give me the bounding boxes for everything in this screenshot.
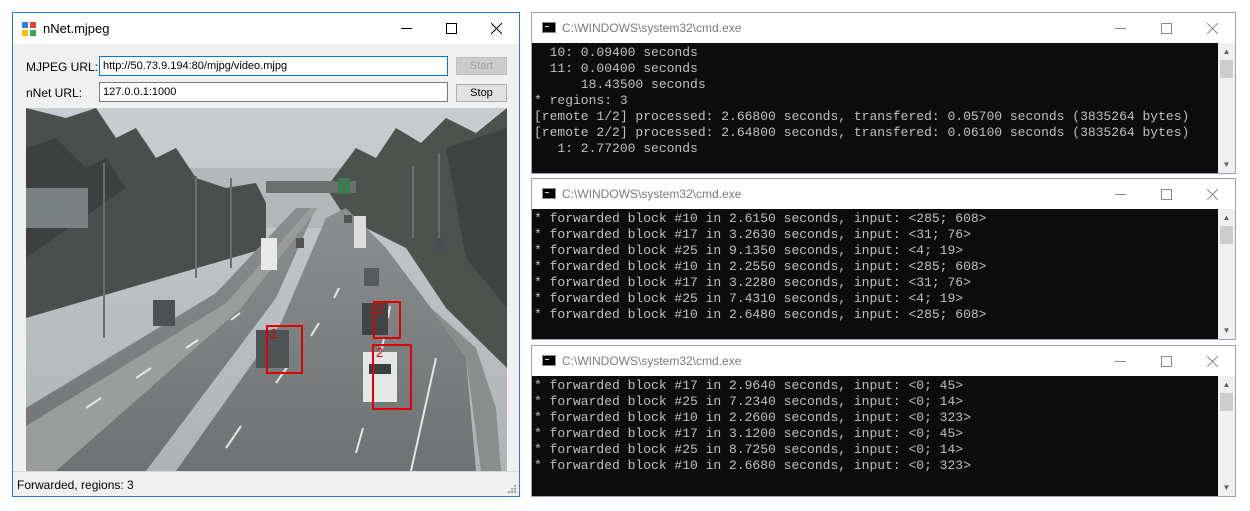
console-line: * forwarded block #17 in 3.2630 seconds,… (534, 227, 971, 242)
console-line: [remote 2/2] processed: 2.64800 seconds,… (534, 125, 1190, 140)
console-line: 1: 2.77200 seconds (534, 141, 698, 156)
detection-box: 2 (266, 325, 303, 374)
console-line: * forwarded block #25 in 7.4310 seconds,… (534, 291, 964, 306)
minimize-button[interactable] (1097, 346, 1143, 376)
scroll-up-icon[interactable]: ▲ (1218, 209, 1235, 226)
cmd-window-3: C:\WINDOWS\system32\cmd.exe * forwarded … (531, 345, 1236, 497)
cmd-titlebar[interactable]: C:\WINDOWS\system32\cmd.exe (532, 13, 1235, 43)
nnet-url-label: nNet URL: (26, 86, 83, 100)
close-button[interactable] (1189, 346, 1235, 376)
console-line: * forwarded block #25 in 7.2340 seconds,… (534, 394, 964, 409)
vertical-scrollbar[interactable]: ▲ ▼ (1218, 43, 1235, 173)
resize-grip-icon[interactable] (506, 483, 516, 493)
maximize-icon (1160, 355, 1172, 367)
console-line: * forwarded block #25 in 8.7250 seconds,… (534, 442, 964, 457)
console-line: * forwarded block #10 in 2.6680 seconds,… (534, 458, 971, 473)
console-line: * forwarded block #17 in 3.1200 seconds,… (534, 426, 964, 441)
minimize-button[interactable] (1097, 179, 1143, 209)
cmd-title: C:\WINDOWS\system32\cmd.exe (562, 21, 742, 35)
close-icon (491, 23, 502, 34)
detection-box: 2 (373, 301, 401, 339)
window-title: nNet.mjpeg (43, 21, 110, 36)
cmd-titlebar[interactable]: C:\WINDOWS\system32\cmd.exe (532, 179, 1235, 209)
video-frame: 2 2 2 (26, 108, 507, 471)
minimize-icon (401, 28, 412, 29)
close-button[interactable] (474, 13, 519, 44)
scroll-down-icon[interactable]: ▼ (1218, 322, 1235, 339)
maximize-icon (446, 23, 457, 34)
console-icon (542, 355, 556, 366)
console-icon (542, 188, 556, 199)
console-output[interactable]: * forwarded block #17 in 2.9640 seconds,… (532, 376, 1218, 496)
status-text: Forwarded, regions: 3 (17, 478, 134, 492)
app-icon (22, 22, 36, 36)
scroll-thumb[interactable] (1220, 226, 1233, 244)
close-button[interactable] (1189, 13, 1235, 43)
maximize-button[interactable] (1143, 346, 1189, 376)
console-line: * forwarded block #10 in 2.6480 seconds,… (534, 307, 987, 322)
close-icon (1206, 188, 1218, 200)
console-line: * forwarded block #10 in 2.2600 seconds,… (534, 410, 971, 425)
minimize-icon (1114, 193, 1126, 195)
scroll-down-icon[interactable]: ▼ (1218, 156, 1235, 173)
minimize-icon (1114, 360, 1126, 362)
cmd-title: C:\WINDOWS\system32\cmd.exe (562, 187, 742, 201)
console-line: 10: 0.09400 seconds (534, 45, 698, 60)
nnet-url-input[interactable]: 127.0.0.1:1000 (99, 82, 448, 102)
scroll-up-icon[interactable]: ▲ (1218, 43, 1235, 60)
mjpeg-url-label: MJPEG URL: (26, 60, 99, 74)
status-bar: Forwarded, regions: 3 (13, 471, 519, 496)
maximize-button[interactable] (429, 13, 474, 44)
console-line: 18.43500 seconds (534, 77, 706, 92)
scroll-down-icon[interactable]: ▼ (1218, 479, 1235, 496)
minimize-button[interactable] (384, 13, 429, 44)
highway-camera-image (26, 108, 507, 471)
minimize-icon (1114, 27, 1126, 29)
close-icon (1206, 355, 1218, 367)
cmd-window-1: C:\WINDOWS\system32\cmd.exe 10: 0.09400 … (531, 12, 1236, 174)
nnet-window: nNet.mjpeg MJPEG URL: http://50.73.9.194… (12, 12, 520, 497)
console-icon (542, 22, 556, 33)
console-output[interactable]: * forwarded block #10 in 2.6150 seconds,… (532, 209, 1218, 339)
console-output[interactable]: 10: 0.09400 seconds 11: 0.00400 seconds … (532, 43, 1218, 173)
scroll-thumb[interactable] (1220, 60, 1233, 78)
maximize-icon (1160, 22, 1172, 34)
cmd-window-2: C:\WINDOWS\system32\cmd.exe * forwarded … (531, 178, 1236, 340)
maximize-button[interactable] (1143, 179, 1189, 209)
cmd-title: C:\WINDOWS\system32\cmd.exe (562, 354, 742, 368)
nnet-titlebar[interactable]: nNet.mjpeg (13, 13, 519, 44)
minimize-button[interactable] (1097, 13, 1143, 43)
vertical-scrollbar[interactable]: ▲ ▼ (1218, 209, 1235, 339)
maximize-button[interactable] (1143, 13, 1189, 43)
detection-box: 2 (372, 344, 412, 410)
detection-label: 2 (377, 302, 385, 317)
close-icon (1206, 22, 1218, 34)
stop-button[interactable]: Stop (456, 84, 507, 102)
console-line: * regions: 3 (534, 93, 628, 108)
console-line: * forwarded block #10 in 2.6150 seconds,… (534, 211, 987, 226)
maximize-icon (1160, 188, 1172, 200)
mjpeg-url-input[interactable]: http://50.73.9.194:80/mjpg/video.mjpg (99, 56, 448, 76)
console-line: 11: 0.00400 seconds (534, 61, 698, 76)
console-line: * forwarded block #10 in 2.2550 seconds,… (534, 259, 987, 274)
console-line: * forwarded block #17 in 2.9640 seconds,… (534, 378, 964, 393)
scroll-thumb[interactable] (1220, 393, 1233, 411)
close-button[interactable] (1189, 179, 1235, 209)
scroll-up-icon[interactable]: ▲ (1218, 376, 1235, 393)
console-line: * forwarded block #25 in 9.1350 seconds,… (534, 243, 964, 258)
detection-label: 2 (376, 345, 384, 360)
cmd-titlebar[interactable]: C:\WINDOWS\system32\cmd.exe (532, 346, 1235, 376)
detection-label: 2 (270, 326, 278, 341)
vertical-scrollbar[interactable]: ▲ ▼ (1218, 376, 1235, 496)
console-line: * forwarded block #17 in 3.2280 seconds,… (534, 275, 971, 290)
console-line: [remote 1/2] processed: 2.66800 seconds,… (534, 109, 1190, 124)
start-button[interactable]: Start (456, 57, 507, 75)
